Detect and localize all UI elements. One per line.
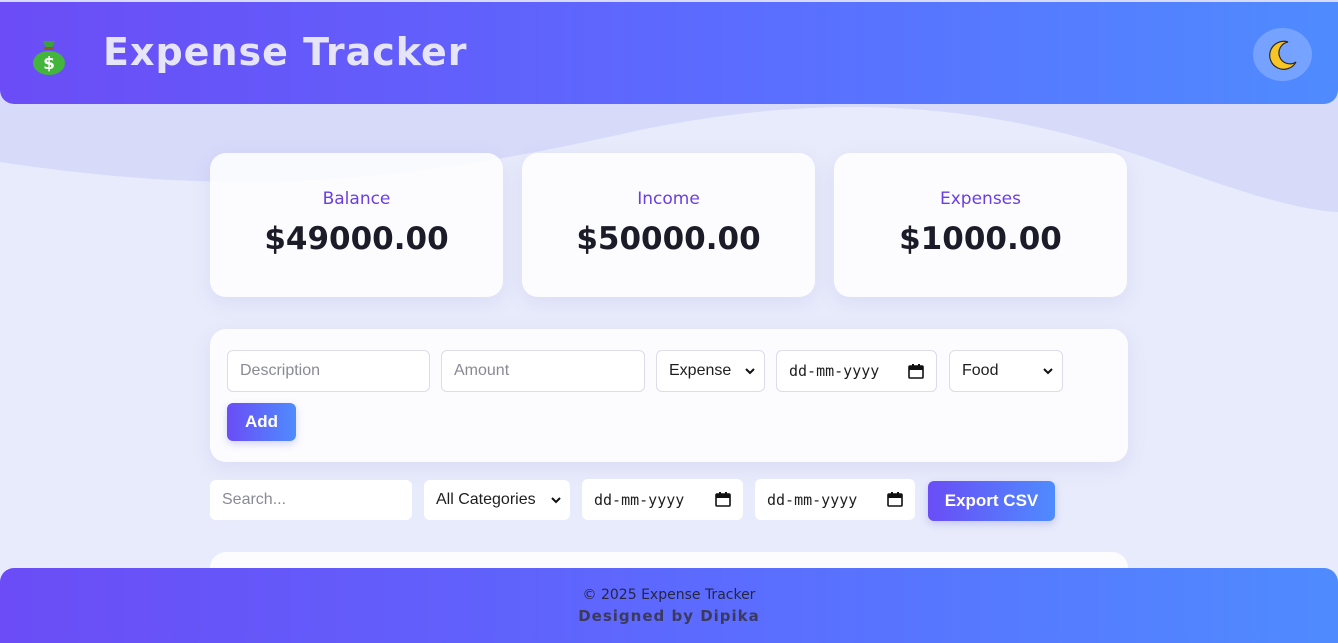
expenses-value: $1000.00 [899, 221, 1062, 257]
balance-card: Balance $49000.00 [210, 153, 503, 297]
add-button-label: Add [244, 412, 279, 431]
theme-toggle-button[interactable] [1253, 28, 1312, 81]
date-placeholder: dd-mm-yyyy [789, 362, 880, 380]
money-bag-icon: $ [33, 41, 65, 75]
income-card: Income $50000.00 [522, 153, 815, 297]
chevron-down-icon [551, 497, 561, 504]
amount-placeholder: Amount [454, 362, 510, 379]
description-placeholder: Description [240, 362, 321, 379]
from-date-input[interactable]: dd-mm-yyyy [582, 479, 743, 520]
income-label: Income [637, 189, 700, 209]
add-button[interactable]: Add [227, 403, 296, 441]
filter-category-value: All Categories [436, 491, 536, 508]
to-date-input[interactable]: dd-mm-yyyy [755, 479, 915, 520]
footer-copyright: © 2025 Expense Tracker [582, 587, 756, 603]
app-header: $ Expense Tracker [0, 2, 1338, 104]
expenses-card: Expenses $1000.00 [834, 153, 1127, 297]
search-placeholder: Search... [222, 491, 287, 508]
chevron-down-icon [1043, 368, 1053, 375]
calendar-icon [908, 364, 924, 379]
category-select[interactable]: Food [949, 350, 1063, 392]
export-csv-button[interactable]: Export CSV [928, 481, 1055, 521]
add-transaction-form: Description Amount Expense dd-mm-yyyy Fo… [210, 329, 1128, 462]
from-date-placeholder: dd-mm-yyyy [594, 490, 685, 509]
filter-category-select[interactable]: All Categories [424, 480, 570, 520]
export-csv-label: Export CSV [944, 491, 1039, 510]
category-select-value: Food [962, 362, 999, 379]
chevron-down-icon [745, 368, 755, 375]
svg-text:$: $ [43, 54, 55, 74]
to-date-placeholder: dd-mm-yyyy [767, 490, 858, 509]
income-value: $50000.00 [576, 221, 761, 257]
search-input[interactable]: Search... [210, 480, 412, 520]
calendar-icon [715, 492, 731, 507]
moon-icon [1268, 40, 1297, 70]
calendar-icon [887, 492, 903, 507]
app-footer: © 2025 Expense Tracker Designed by Dipik… [0, 568, 1338, 643]
amount-input[interactable]: Amount [441, 350, 645, 392]
type-select-value: Expense [669, 362, 732, 379]
expenses-label: Expenses [940, 189, 1021, 209]
balance-value: $49000.00 [264, 221, 449, 257]
description-input[interactable]: Description [227, 350, 430, 392]
type-select[interactable]: Expense [656, 350, 765, 392]
app-title: Expense Tracker [103, 30, 468, 74]
balance-label: Balance [322, 189, 391, 209]
date-input[interactable]: dd-mm-yyyy [776, 350, 937, 392]
footer-credit: Designed by Dipika [578, 607, 760, 625]
